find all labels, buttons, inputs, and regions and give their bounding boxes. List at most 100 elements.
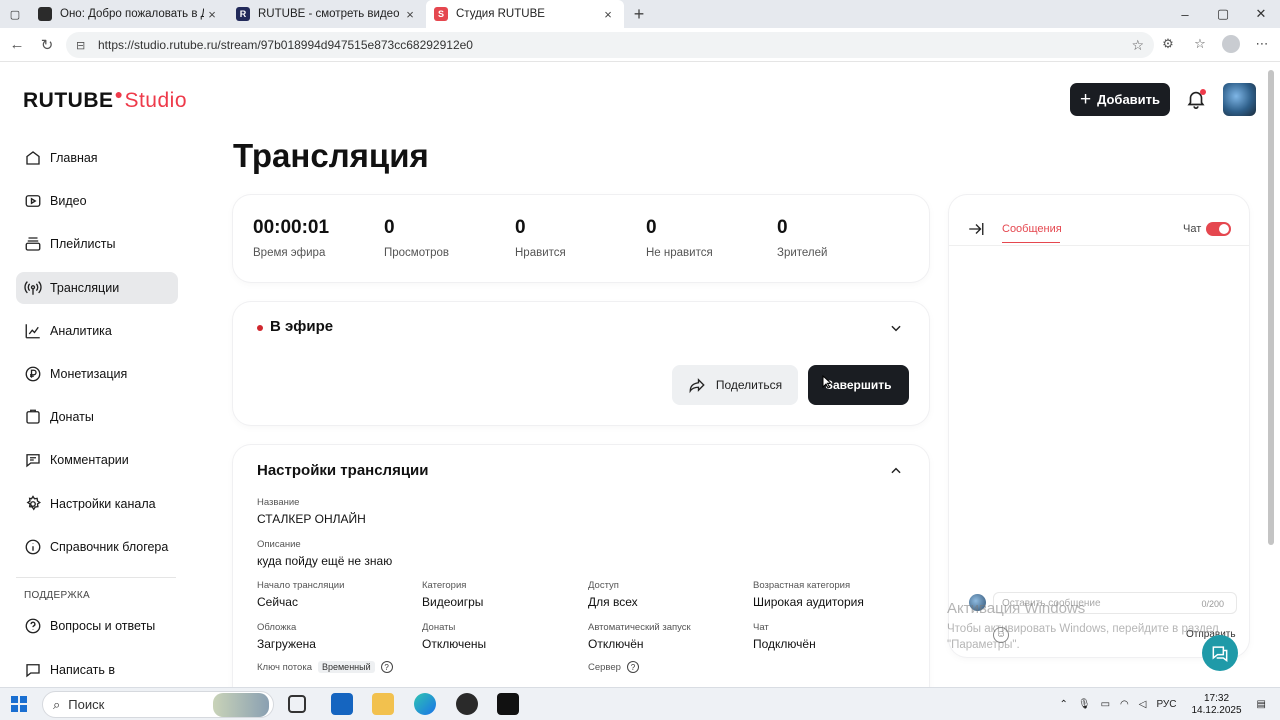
url-field[interactable]: ⊟ https://studio.rutube.ru/stream/97b018… <box>66 32 1154 58</box>
tab-3-close-icon[interactable]: × <box>600 7 616 22</box>
site-info-icon[interactable]: ⊟ <box>76 39 90 52</box>
extensions-icon[interactable]: ⚙ <box>1158 36 1178 52</box>
sidebar-item-faq[interactable]: Вопросы и ответы <box>16 605 178 648</box>
more-icon[interactable]: ⋯ <box>1252 36 1272 52</box>
minimize-icon[interactable]: – <box>1166 0 1204 28</box>
browser-tabbar: ▢ Оно: Добро пожаловать в Дерр × R RUTUB… <box>0 0 1280 28</box>
outlook-icon[interactable] <box>331 693 353 715</box>
chat-panel: Сообщения Чат Оставить сообщение 0/200 ☺… <box>949 195 1249 657</box>
tab-2-close-icon[interactable]: × <box>402 7 418 22</box>
plus-icon: + <box>1079 89 1092 110</box>
home-icon <box>26 150 40 165</box>
url-text: https://studio.rutube.ru/stream/97b01899… <box>98 38 473 52</box>
file-explorer-icon[interactable] <box>372 693 394 715</box>
notifications-bell-icon[interactable] <box>1185 88 1207 110</box>
search-icon: ⌕ <box>53 696 61 712</box>
field-category: Категория Видеоигры <box>422 580 484 609</box>
stream-key-help-icon[interactable]: ? <box>380 661 393 673</box>
browser-tab-3[interactable]: S Студия RUTUBE × <box>426 0 624 28</box>
chevron-up-icon[interactable] <box>889 464 903 478</box>
monetization-icon <box>25 366 41 382</box>
tab-1-title: Оно: Добро пожаловать в Дерр <box>60 8 204 20</box>
tab-2-favicon-icon: R <box>236 7 250 21</box>
close-window-icon[interactable]: ✕ <box>1242 0 1280 28</box>
share-icon <box>689 378 705 394</box>
back-icon[interactable]: ← <box>2 36 32 53</box>
temporary-badge: Временный <box>317 661 375 673</box>
sidebar-item-donates[interactable]: Донаты <box>16 395 178 438</box>
sidebar-item-playlists[interactable]: Плейлисты <box>16 223 178 266</box>
stalcraft-icon[interactable] <box>497 693 519 715</box>
sidebar-divider <box>16 576 176 578</box>
favorites-icon[interactable]: ☆ <box>1190 36 1210 52</box>
info-icon <box>25 539 41 555</box>
obs-icon[interactable] <box>456 693 478 715</box>
sidebar-item-blogger-guide[interactable]: Справочник блогера <box>16 525 178 568</box>
support-section-title: ПОДДЕРЖКА <box>24 589 90 601</box>
video-icon <box>25 195 41 207</box>
page-scrollbar[interactable] <box>1268 70 1274 545</box>
wifi-icon[interactable]: ◠ <box>1120 699 1129 710</box>
profile-icon[interactable] <box>1222 35 1240 53</box>
add-button[interactable]: + Добавить <box>1070 83 1170 116</box>
server-help-icon[interactable]: ? <box>626 661 639 673</box>
page-title: Трансляция <box>233 137 429 174</box>
chat-message-input[interactable]: Оставить сообщение 0/200 <box>993 592 1237 614</box>
chat-toggle[interactable] <box>1206 222 1231 236</box>
windows-start-icon[interactable] <box>11 696 27 712</box>
field-description: Описание куда пойду ещё не знаю <box>257 539 393 568</box>
sidebar-item-broadcasts[interactable]: Трансляции <box>16 271 178 304</box>
sidebar-item-monetization[interactable]: Монетизация <box>16 352 178 395</box>
sidebar-item-write-support[interactable]: Написать в <box>16 648 178 691</box>
language-indicator[interactable]: РУС <box>1156 699 1176 710</box>
clock[interactable]: 17:32 14.12.2025 <box>1191 693 1241 717</box>
support-chat-icon <box>1212 646 1228 662</box>
edge-browser-icon[interactable] <box>414 693 436 715</box>
chat-toggle-label: Чат <box>1183 223 1202 235</box>
donate-icon <box>26 409 40 424</box>
favorite-star-icon[interactable]: ☆ <box>1131 37 1144 54</box>
sidebar-item-video[interactable]: Видео <box>16 179 178 222</box>
tab-3-title: Студия RUTUBE <box>456 8 545 20</box>
field-autostart: Автоматический запуск Отключён <box>588 622 691 651</box>
collapse-panel-icon[interactable] <box>966 220 986 238</box>
microphone-icon[interactable]: 🎙 <box>1078 699 1091 710</box>
sidebar-item-home[interactable]: Главная <box>16 136 178 179</box>
new-tab-icon[interactable]: + <box>624 0 654 28</box>
stat-airtime: 00:00:01 Время эфира <box>253 217 330 259</box>
live-status-label: В эфире <box>270 318 334 335</box>
search-highlight-image <box>213 693 269 717</box>
tab-menu-icon[interactable]: ▢ <box>0 0 30 28</box>
tab-1-close-icon[interactable]: × <box>204 7 220 22</box>
notifications-center-icon[interactable]: ▤ <box>1257 699 1266 710</box>
add-button-label: Добавить <box>1097 92 1161 107</box>
stat-dislikes: 0 Не нравится <box>646 217 713 259</box>
emoji-icon[interactable]: ☺ <box>993 627 1009 643</box>
browser-tab-1[interactable]: Оно: Добро пожаловать в Дерр × <box>30 0 228 28</box>
taskbar-search[interactable]: ⌕ Поиск <box>42 691 274 718</box>
tray-overflow-icon[interactable]: ⌃ <box>1059 699 1067 710</box>
share-button[interactable]: Поделиться <box>672 365 798 405</box>
stat-views: 0 Просмотров <box>384 217 450 259</box>
sidebar-item-analytics[interactable]: Аналитика <box>16 309 178 352</box>
chevron-down-icon[interactable] <box>889 321 903 335</box>
field-server: Сервер? <box>588 661 639 673</box>
address-bar: ← ↻ ⊟ https://studio.rutube.ru/stream/97… <box>0 28 1280 62</box>
tab-2-title: RUTUBE - смотреть видео онлай <box>258 8 402 20</box>
gear-icon <box>26 495 41 511</box>
maximize-icon[interactable]: ▢ <box>1204 0 1242 28</box>
mouse-cursor-icon <box>822 375 832 389</box>
task-view-icon[interactable] <box>288 695 306 713</box>
tab-1-favicon-icon <box>38 7 52 21</box>
sidebar-item-channel-settings[interactable]: Настройки канала <box>16 482 178 525</box>
browser-tab-2[interactable]: R RUTUBE - смотреть видео онлай × <box>228 0 426 28</box>
support-chat-fab[interactable] <box>1202 635 1238 671</box>
live-status-card: В эфире Поделиться Завершить <box>233 302 929 425</box>
tab-messages[interactable]: Сообщения <box>1002 223 1062 235</box>
battery-icon[interactable]: ▭ <box>1101 699 1110 710</box>
reload-icon[interactable]: ↻ <box>32 36 62 54</box>
user-avatar[interactable] <box>1223 83 1256 116</box>
volume-icon[interactable]: ◁ <box>1139 699 1147 710</box>
rutube-studio-logo[interactable]: RUTUBE ● Studio <box>23 86 187 113</box>
sidebar-item-comments[interactable]: Комментарии <box>16 439 178 482</box>
